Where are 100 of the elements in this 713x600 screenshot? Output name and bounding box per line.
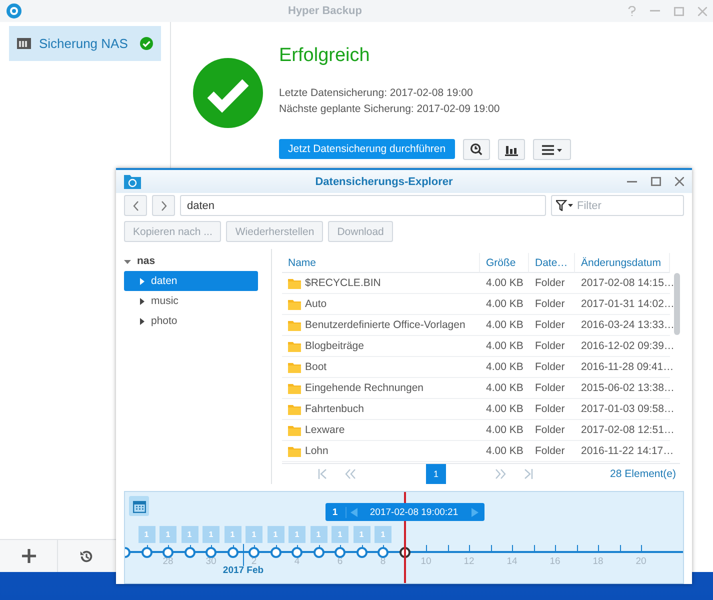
version-count-badge[interactable]: 1: [246, 526, 262, 543]
table-cell: 4.00 KB: [480, 315, 529, 336]
tree-item[interactable]: daten: [124, 271, 258, 291]
folder-icon: [288, 382, 301, 394]
version-count-badge[interactable]: 1: [288, 526, 306, 543]
app-logo-icon: [6, 3, 22, 19]
path-field[interactable]: daten: [180, 195, 546, 216]
folder-clock-icon: [124, 174, 141, 189]
calendar-icon: [132, 500, 146, 512]
calendar-button[interactable]: [129, 496, 149, 516]
axis-label: 8: [380, 556, 386, 567]
page-button[interactable]: 1: [426, 464, 446, 484]
server-icon: [17, 38, 31, 49]
column-header[interactable]: Änderungsdatum: [575, 253, 670, 273]
table-cell: 4.00 KB: [480, 441, 529, 462]
statistics-button[interactable]: [498, 139, 525, 160]
version-count-badge[interactable]: 1: [310, 526, 327, 543]
version-count-badge[interactable]: 1: [138, 526, 155, 543]
clock-search-icon: [470, 143, 483, 156]
success-check-icon: [193, 58, 263, 128]
back-button[interactable]: [124, 195, 147, 216]
table-cell: Folder: [529, 273, 575, 294]
folder-icon: [288, 320, 301, 330]
axis-label: 20: [636, 556, 646, 567]
folder-icon: [288, 446, 301, 456]
version-count-badge[interactable]: 1: [202, 526, 220, 543]
chevron-left-icon: [132, 200, 138, 210]
version-count-badge[interactable]: 1: [224, 526, 241, 543]
version-count-badge[interactable]: 1: [160, 526, 176, 543]
column-header[interactable]: Größe: [480, 253, 529, 273]
table-cell: Folder: [529, 399, 575, 420]
axis-label: 18: [592, 556, 604, 567]
chevron-right-icon: [160, 200, 166, 210]
plus-icon: [22, 549, 36, 563]
axis-label: 16: [550, 556, 560, 567]
axis-label: 14: [506, 556, 518, 567]
table-cell: 4.00 KB: [480, 294, 529, 315]
caret-icon: [140, 278, 145, 284]
file-name: Benutzerdefinierte Office-Vorlagen: [305, 319, 466, 331]
window-title: Hyper Backup: [287, 5, 363, 17]
version-count-badge[interactable]: 1: [267, 526, 284, 543]
axis-label: 28: [162, 556, 174, 567]
folder-icon: [288, 298, 301, 310]
file-name: $RECYCLE.BIN: [305, 277, 381, 289]
folder-icon: [288, 424, 301, 436]
version-count-badge[interactable]: 1: [353, 526, 370, 543]
bar-chart-icon: [504, 144, 518, 156]
caret-icon: [124, 258, 131, 264]
table-cell: Folder: [529, 441, 575, 462]
item-count: 28 Element(e): [610, 468, 677, 480]
table-cell: Folder: [529, 294, 575, 315]
folder-icon: [288, 278, 301, 288]
table-cell: 4.00 KB: [480, 420, 529, 441]
column-header[interactable]: Date…: [529, 253, 575, 273]
window-title: Datensicherungs-Explorer: [314, 176, 454, 188]
table-cell: 4.00 KB: [480, 273, 529, 294]
table-cell: 4.00 KB: [480, 378, 529, 399]
file-name: Lohn: [305, 445, 328, 457]
filter-field[interactable]: Filter: [551, 195, 684, 216]
axis-label: 30: [206, 556, 216, 567]
tree-item[interactable]: photo: [124, 311, 258, 331]
menu-button[interactable]: [532, 139, 571, 160]
scrollbar[interactable]: [674, 273, 680, 335]
file-name: Blogbeiträge: [305, 340, 364, 352]
table-cell: Folder: [529, 315, 575, 336]
forward-button[interactable]: [152, 195, 175, 216]
axis-label: 2: [251, 556, 257, 567]
file-name: Eingehende Rechnungen: [305, 382, 424, 394]
maximize-icon[interactable]: [651, 177, 661, 186]
minimize-icon[interactable]: [627, 180, 637, 182]
status-line: Letzte Datensicherung: 2017-02-08 19:00: [279, 86, 474, 101]
add-button[interactable]: [0, 540, 57, 572]
table-cell: 4.00 KB: [480, 399, 529, 420]
caret-icon: [140, 318, 145, 324]
explore-button[interactable]: [462, 139, 490, 160]
axis-label: 12: [464, 556, 474, 567]
close-icon[interactable]: [675, 177, 684, 186]
version-time: 2017-02-08 19:00:21: [368, 506, 460, 518]
sidebar-item[interactable]: Sicherung NAS: [9, 26, 161, 61]
tree-item[interactable]: music: [124, 291, 258, 311]
filter-icon[interactable]: [556, 200, 574, 211]
tree-root[interactable]: nas: [124, 251, 258, 271]
column-header[interactable]: Name: [282, 253, 480, 273]
axis-label: 4: [294, 556, 300, 567]
table-cell: Folder: [529, 336, 575, 357]
version-count-badge[interactable]: 1: [332, 526, 348, 543]
sidebar-item-label: Sicherung NAS: [39, 36, 129, 51]
backup-now-button[interactable]: Jetzt Datensicherung durchführen: [279, 139, 455, 159]
table-cell: 2016-11-22 14:17…: [575, 441, 670, 462]
history-icon: [78, 548, 94, 564]
history-button[interactable]: [57, 540, 114, 572]
table-cell: Folder: [529, 357, 575, 378]
version-count-badge[interactable]: 1: [181, 526, 198, 543]
status-title: Erfolgreich: [279, 45, 371, 67]
folder-icon: [288, 404, 301, 414]
version-count-badge[interactable]: 1: [374, 526, 392, 543]
table-cell: Folder: [529, 378, 575, 399]
month-label: 2017 Feb: [222, 565, 264, 576]
status-line: Nächste geplante Sicherung: 2017-02-09 19:00: [279, 102, 501, 117]
table-cell: 4.00 KB: [480, 336, 529, 357]
